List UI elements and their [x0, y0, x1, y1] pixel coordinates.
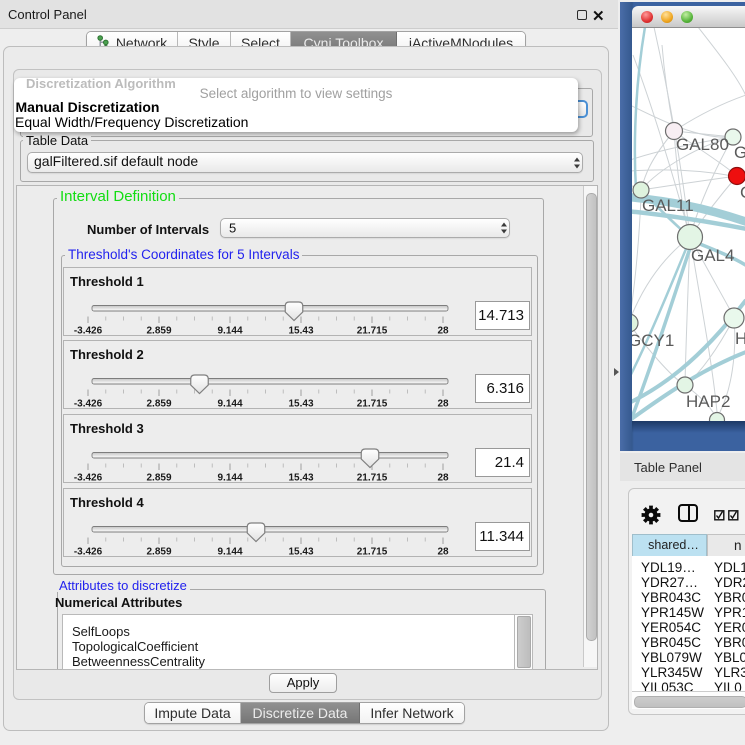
svg-text:9.144: 9.144 — [217, 326, 242, 337]
svg-text:15.43: 15.43 — [288, 473, 313, 484]
svg-text:-3.426: -3.426 — [74, 473, 103, 484]
svg-text:21.715: 21.715 — [357, 399, 388, 410]
svg-text:9.144: 9.144 — [217, 547, 242, 558]
svg-text:21.715: 21.715 — [357, 326, 388, 337]
svg-text:2.859: 2.859 — [146, 547, 171, 558]
svg-text:-3.426: -3.426 — [74, 399, 103, 410]
svg-text:GAL80: GAL80 — [676, 135, 729, 154]
svg-text:2.859: 2.859 — [146, 399, 171, 410]
svg-text:21.715: 21.715 — [357, 547, 388, 558]
svg-text:GA: GA — [734, 143, 745, 162]
svg-text:28: 28 — [437, 326, 449, 337]
svg-text:GAL4: GAL4 — [691, 246, 734, 265]
svg-text:28: 28 — [437, 473, 449, 484]
svg-text:15.43: 15.43 — [288, 399, 313, 410]
svg-text:GCY1: GCY1 — [632, 331, 674, 350]
svg-text:HA: HA — [735, 329, 745, 348]
svg-text:9.144: 9.144 — [217, 473, 242, 484]
svg-text:2.859: 2.859 — [146, 326, 171, 337]
svg-text:15.43: 15.43 — [288, 547, 313, 558]
svg-text:-3.426: -3.426 — [74, 547, 103, 558]
svg-text:-3.426: -3.426 — [74, 326, 103, 337]
svg-text:15.43: 15.43 — [288, 326, 313, 337]
svg-text:28: 28 — [437, 399, 449, 410]
svg-text:2.859: 2.859 — [146, 473, 171, 484]
svg-text:28: 28 — [437, 547, 449, 558]
svg-text:21.715: 21.715 — [357, 473, 388, 484]
svg-text:GAL11: GAL11 — [642, 196, 694, 215]
svg-text:C: C — [740, 183, 745, 202]
svg-text:9.144: 9.144 — [217, 399, 242, 410]
svg-text:HAP2: HAP2 — [686, 392, 730, 411]
